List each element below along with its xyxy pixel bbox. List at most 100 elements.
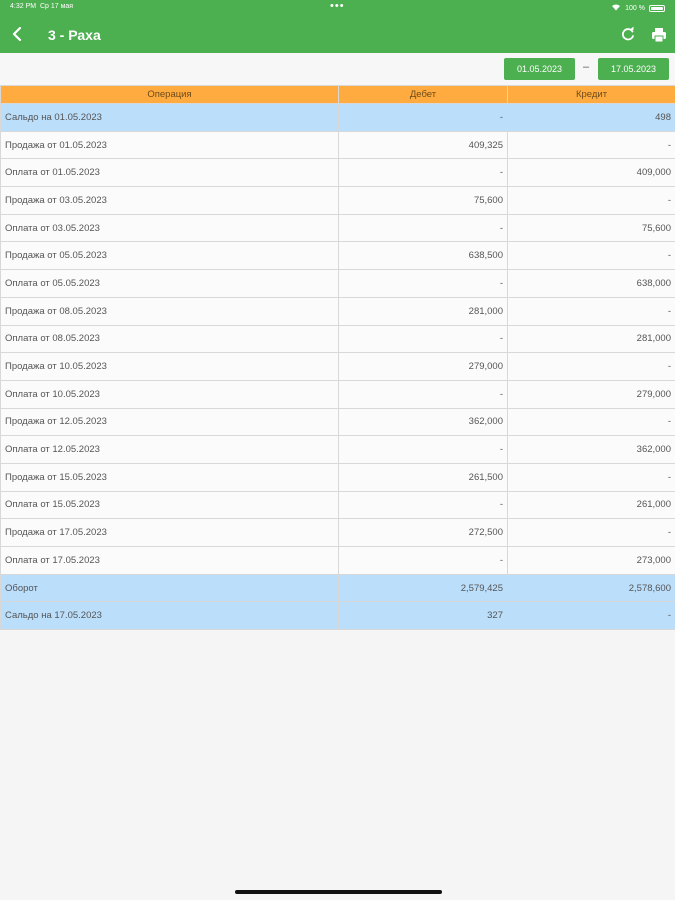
cell-credit: 498 [507, 103, 675, 132]
cell-operation: Продажа от 10.05.2023 [0, 352, 339, 381]
cell-operation: Оплата от 03.05.2023 [0, 213, 339, 243]
cell-operation: Сальдо на 01.05.2023 [0, 103, 339, 132]
multitask-dots-icon[interactable]: ••• [330, 0, 345, 12]
cell-operation: Оплата от 10.05.2023 [0, 379, 339, 409]
table-row[interactable]: Продажа от 08.05.2023 281,000- [0, 296, 675, 326]
cell-debit: 279,000 [338, 352, 508, 381]
cell-debit: 272,500 [338, 518, 508, 547]
table-row[interactable]: Продажа от 17.05.2023 272,500- [0, 518, 675, 547]
header-operation: Операция [0, 85, 339, 104]
cell-credit: - [507, 352, 675, 381]
date-to-button[interactable]: 17.05.2023 [598, 58, 669, 80]
cell-credit: 409,000 [507, 158, 675, 188]
cell-credit: - [507, 518, 675, 547]
cell-credit: - [507, 462, 675, 492]
table-row[interactable]: Оплата от 03.05.2023-75,600 [0, 213, 675, 243]
battery-percent: 100 % [625, 4, 645, 12]
table-row[interactable]: Оплата от 10.05.2023-279,000 [0, 379, 675, 409]
cell-credit: - [507, 296, 675, 326]
cell-debit: 362,000 [338, 407, 508, 437]
app-bar: 4:32 PM Ср 17 мая ••• 100 % 3 - Раха [0, 0, 675, 53]
cell-debit: 2,579,425 [338, 573, 508, 603]
table-row[interactable]: Продажа от 15.05.2023 261,500- [0, 462, 675, 492]
refresh-icon [622, 26, 634, 41]
cell-credit: - [507, 407, 675, 437]
cell-credit: 2,578,600 [507, 573, 675, 603]
date-from-button[interactable]: 01.05.2023 [504, 58, 575, 80]
cell-debit: 409,325 [338, 130, 508, 160]
date-range-bar: 01.05.2023 – 17.05.2023 [0, 53, 675, 85]
cell-credit: 279,000 [507, 379, 675, 409]
table-row[interactable]: Оплата от 17.05.2023-273,000 [0, 546, 675, 575]
cell-credit: - [507, 186, 675, 215]
cell-operation: Оплата от 08.05.2023 [0, 324, 339, 354]
cell-debit: 75,600 [338, 186, 508, 215]
cell-credit: 75,600 [507, 213, 675, 243]
table-row[interactable]: Оборот 2,579,425 2,578,600 [0, 573, 675, 603]
wifi-icon [611, 3, 621, 13]
cell-operation: Продажа от 12.05.2023 [0, 407, 339, 437]
cell-credit: 261,000 [507, 490, 675, 520]
refresh-button[interactable] [618, 25, 638, 45]
table-row[interactable]: Продажа от 12.05.2023 362,000- [0, 407, 675, 437]
cell-operation: Сальдо на 17.05.2023 [0, 601, 339, 631]
cell-debit: - [338, 324, 508, 354]
cell-credit: - [507, 601, 675, 631]
cell-debit: - [338, 435, 508, 464]
cell-debit: 261,500 [338, 462, 508, 492]
cell-operation: Продажа от 08.05.2023 [0, 296, 339, 326]
cell-debit: - [338, 379, 508, 409]
header-credit: Кредит [507, 85, 675, 104]
cell-operation: Оплата от 01.05.2023 [0, 158, 339, 188]
cell-credit: - [507, 130, 675, 160]
status-date: Ср 17 мая [39, 3, 74, 10]
table-row[interactable]: Оплата от 08.05.2023-281,000 [0, 324, 675, 354]
cell-debit: - [338, 103, 508, 132]
header-debit: Дебет [338, 85, 508, 104]
status-time: 4:32 PM Ср 17 мая [10, 3, 74, 10]
table-row[interactable]: Оплата от 01.05.2023-409,000 [0, 158, 675, 188]
page-title: 3 - Раха [48, 27, 101, 43]
table-row[interactable]: Продажа от 05.05.2023 638,500- [0, 241, 675, 271]
cell-debit: - [338, 158, 508, 188]
table-body: Сальдо на 01.05.2023-498 Продажа от 01.05… [0, 103, 675, 631]
cell-operation: Продажа от 05.05.2023 [0, 241, 339, 271]
cell-operation: Оплата от 05.05.2023 [0, 269, 339, 298]
battery-icon [649, 4, 665, 12]
cell-operation: Продажа от 01.05.2023 [0, 130, 339, 160]
cell-credit: - [507, 241, 675, 271]
back-button[interactable] [6, 23, 28, 45]
cell-operation: Продажа от 15.05.2023 [0, 462, 339, 492]
account-statement-table: Операция Дебет Кредит Сальдо на 01.05.20… [0, 85, 675, 631]
printer-icon [652, 28, 666, 43]
table-row[interactable]: Оплата от 12.05.2023-362,000 [0, 435, 675, 464]
cell-debit: - [338, 546, 508, 575]
cell-operation: Оборот [0, 573, 339, 603]
cell-debit: 638,500 [338, 241, 508, 271]
table-row[interactable]: Сальдо на 01.05.2023-498 [0, 103, 675, 132]
table-row[interactable]: Оплата от 05.05.2023-638,000 [0, 269, 675, 298]
cell-debit: 281,000 [338, 296, 508, 326]
cell-credit: 273,000 [507, 546, 675, 575]
table-row[interactable]: Продажа от 01.05.2023 409,325- [0, 130, 675, 160]
cell-operation: Продажа от 17.05.2023 [0, 518, 339, 547]
cell-credit: 638,000 [507, 269, 675, 298]
cell-credit: 362,000 [507, 435, 675, 464]
cell-operation: Продажа от 03.05.2023 [0, 186, 339, 215]
cell-debit: 327 [338, 601, 508, 631]
cell-operation: Оплата от 17.05.2023 [0, 546, 339, 575]
status-bar: 4:32 PM Ср 17 мая ••• 100 % [0, 0, 675, 15]
cell-debit: - [338, 490, 508, 520]
home-indicator[interactable] [235, 890, 442, 894]
print-button[interactable] [649, 25, 669, 45]
cell-operation: Оплата от 15.05.2023 [0, 490, 339, 520]
table-row[interactable]: Продажа от 03.05.2023 75,600- [0, 186, 675, 215]
cell-credit: 281,000 [507, 324, 675, 354]
date-separator: – [582, 61, 590, 73]
table-row[interactable]: Сальдо на 17.05.2023 327- [0, 601, 675, 631]
chevron-left-icon [12, 27, 22, 41]
status-right: 100 % [611, 3, 665, 13]
cell-operation: Оплата от 12.05.2023 [0, 435, 339, 464]
table-row[interactable]: Оплата от 15.05.2023-261,000 [0, 490, 675, 520]
table-row[interactable]: Продажа от 10.05.2023 279,000- [0, 352, 675, 381]
